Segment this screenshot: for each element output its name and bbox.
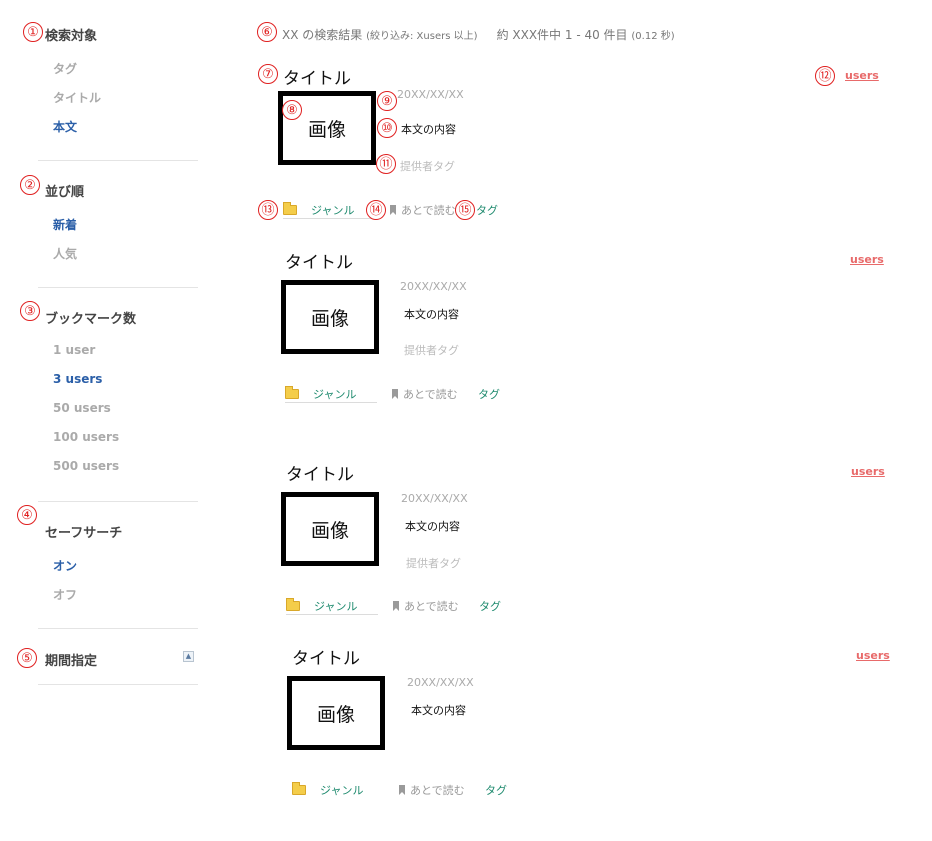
bookmark-3-users[interactable]: 3 users	[53, 372, 102, 386]
entry-provider-tag[interactable]: 提供者タグ	[406, 555, 461, 571]
search-target-tag[interactable]: タグ	[53, 60, 77, 77]
bookmark-1-user[interactable]: 1 user	[53, 343, 95, 357]
read-later-button[interactable]: あとで読む	[403, 386, 458, 402]
bookmark-count-heading: ブックマーク数	[45, 312, 137, 327]
bookmark-icon	[392, 389, 398, 399]
entry-genre[interactable]: ジャンル	[313, 386, 356, 402]
entry-users-link[interactable]: users	[856, 649, 890, 662]
entry-title[interactable]: タイトル	[292, 644, 360, 669]
safe-search-on[interactable]: オン	[53, 557, 77, 574]
entry-genre[interactable]: ジャンル	[311, 202, 354, 218]
date-range-heading[interactable]: 期間指定	[45, 650, 97, 669]
entry-image[interactable]: 画像	[287, 676, 385, 750]
bookmark-100-users[interactable]: 100 users	[53, 430, 119, 444]
safe-search-heading: セーフサーチ	[45, 526, 123, 541]
annotation-marker-1: ①	[23, 22, 43, 42]
sort-newest[interactable]: 新着	[53, 216, 77, 233]
annotation-marker-12: ⑫	[815, 66, 835, 86]
entry-title[interactable]: タイトル	[286, 460, 354, 485]
annotation-marker-2: ②	[20, 175, 40, 195]
entry-users-link[interactable]: users	[851, 465, 885, 478]
entry-tag[interactable]: タグ	[479, 598, 501, 614]
entry-provider-tag[interactable]: 提供者タグ	[400, 158, 455, 174]
entry-body: 本文の内容	[404, 308, 459, 321]
entry-date: 20XX/XX/XX	[407, 676, 474, 689]
entry-image[interactable]: 画像	[281, 280, 379, 354]
bookmark-500-users[interactable]: 500 users	[53, 459, 119, 473]
sidebar-divider	[38, 628, 198, 629]
entry-tag[interactable]: タグ	[478, 386, 500, 402]
search-target-heading: 検索対象	[45, 29, 98, 44]
genre-underline	[283, 218, 375, 219]
sidebar-divider	[38, 160, 198, 161]
annotation-marker-5: ⑤	[17, 648, 37, 668]
bookmark-icon	[399, 785, 405, 795]
results-count: 約 XXX件中 1 - 40 件目	[496, 28, 628, 42]
search-target-body[interactable]: 本文	[53, 118, 77, 135]
bookmark-icon	[390, 205, 396, 215]
entry-title[interactable]: タイトル	[285, 248, 353, 273]
entry-footer: ジャンル あとで読む タグ	[286, 598, 686, 616]
read-later-button[interactable]: あとで読む	[410, 782, 465, 798]
entry-image[interactable]: 画像	[281, 492, 379, 566]
entry-body: 本文の内容	[411, 704, 466, 717]
entry-date: 20XX/XX/XX	[400, 280, 467, 293]
annotation-marker-3: ③	[20, 301, 40, 321]
entry-provider-tag[interactable]: 提供者タグ	[404, 342, 459, 358]
entry-body: 本文の内容	[401, 123, 456, 136]
entry-users-link[interactable]: users	[845, 69, 879, 82]
annotation-marker-15: ⑮	[455, 200, 475, 220]
read-later-button[interactable]: あとで読む	[401, 202, 456, 218]
result-entry: タイトル users 画像 20XX/XX/XX 本文の内容 提供者タグ ジャン…	[281, 248, 905, 418]
entry-genre[interactable]: ジャンル	[320, 782, 363, 798]
folder-icon	[285, 386, 299, 399]
folder-icon	[283, 202, 297, 215]
result-entry: タイトル users 画像 20XX/XX/XX 本文の内容 ジャンル あとで読…	[287, 644, 912, 814]
bookmark-icon	[393, 601, 399, 611]
genre-underline	[286, 614, 378, 615]
entry-users-link[interactable]: users	[850, 253, 884, 266]
sort-order-heading: 並び順	[45, 185, 85, 200]
annotation-marker-6: ⑥	[257, 22, 277, 42]
entry-tag[interactable]: タグ	[476, 202, 498, 218]
entry-date: 20XX/XX/XX	[401, 492, 468, 505]
sidebar: 検索対象 タグ タイトル 本文 並び順 新着 人気 ブックマーク数 1 user…	[0, 0, 210, 841]
annotation-marker-8: ⑧	[282, 100, 302, 120]
results-query: XX の検索結果	[282, 28, 363, 42]
annotation-marker-4: ④	[17, 505, 37, 525]
entry-date: 20XX/XX/XX	[397, 88, 464, 101]
entry-tag[interactable]: タグ	[485, 782, 507, 798]
search-target-title[interactable]: タイトル	[53, 89, 101, 106]
entry-footer: ジャンル あとで読む タグ	[285, 386, 685, 404]
safe-search-off[interactable]: オフ	[53, 586, 77, 603]
entry-footer: ジャンル あとで読む タグ	[283, 202, 683, 220]
annotation-marker-14: ⑭	[366, 200, 386, 220]
entry-title[interactable]: タイトル	[283, 64, 351, 89]
results-summary: XX の検索結果 (絞り込み: Xusers 以上) 約 XXX件中 1 - 4…	[282, 26, 675, 43]
genre-underline	[285, 402, 377, 403]
entry-body: 本文の内容	[405, 520, 460, 533]
sidebar-divider	[38, 501, 198, 502]
annotation-marker-11: ⑪	[376, 154, 396, 174]
annotation-marker-9: ⑨	[377, 91, 397, 111]
folder-icon	[292, 782, 306, 795]
sidebar-divider	[38, 287, 198, 288]
read-later-button[interactable]: あとで読む	[404, 598, 459, 614]
results-time: (0.12 秒)	[631, 31, 675, 42]
annotation-marker-13: ⑬	[258, 200, 278, 220]
results-filter: (絞り込み: Xusers 以上)	[366, 31, 478, 42]
folder-icon	[286, 598, 300, 611]
sort-popular[interactable]: 人気	[53, 245, 77, 262]
sidebar-divider	[38, 684, 198, 685]
result-entry: タイトル users 画像 20XX/XX/XX 本文の内容 提供者タグ ジャン…	[281, 460, 906, 630]
annotation-marker-10: ⑩	[377, 118, 397, 138]
entry-genre[interactable]: ジャンル	[314, 598, 357, 614]
bookmark-50-users[interactable]: 50 users	[53, 401, 111, 415]
entry-footer: ジャンル あとで読む タグ	[292, 782, 692, 800]
collapse-toggle-icon[interactable]: ▲	[183, 651, 194, 662]
annotation-marker-7: ⑦	[258, 64, 278, 84]
